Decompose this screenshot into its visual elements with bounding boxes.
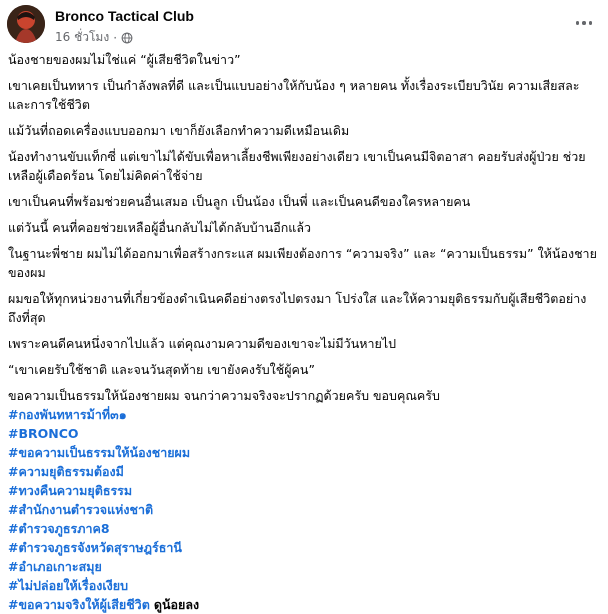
facebook-post: Bronco Tactical Club 16 ชั่วโมง · น้องชา… [0, 0, 608, 612]
post-paragraph: น้องทำงานขับแท็กซี่ แต่เขาไม่ได้ขับเพื่อ… [8, 149, 586, 183]
hashtag-link[interactable]: #ทวงคืนความยุติธรรม [8, 481, 598, 500]
post-paragraph: เขาเคยเป็นทหาร เป็นกำลังพลที่ดี และเป็นแ… [8, 78, 580, 112]
last-hashtag-line: #ขอความจริงให้ผู้เสียชีวิต ดูน้อยลง [8, 595, 598, 614]
post-paragraph: เขาเป็นคนที่พร้อมช่วยคนอื่นเสมอ เป็นลูก … [8, 194, 471, 209]
hashtag-link[interactable]: #ไม่ปล่อยให้เรื่องเงียบ [8, 576, 598, 595]
separator-dot: · [113, 30, 118, 45]
hashtag-link[interactable]: #BRONCO [8, 424, 598, 443]
post-paragraph: ในฐานะพี่ชาย ผมไม่ได้ออกมาเพื่อสร้างกระแ… [8, 246, 597, 280]
avatar[interactable] [7, 5, 45, 43]
hashtag-link[interactable]: #ขอความเป็นธรรมให้น้องชายผม [8, 443, 598, 462]
hashtag-list: #กองพันทหารม้าที่๓๑ #BRONCO #ขอความเป็นธ… [8, 405, 598, 614]
post-paragraph: ผมขอให้ทุกหน่วยงานที่เกี่ยวข้องดำเนินคดี… [8, 291, 587, 325]
post-paragraph: “เขาเคยรับใช้ชาติ และจนวันสุดท้าย เขายัง… [8, 362, 315, 377]
post-closing: ขอความเป็นธรรมให้น้องชายผม จนกว่าความจริ… [8, 388, 440, 403]
post-paragraph: แม้วันที่ถอดเครื่องแบบออกมา เขาก็ยังเลือ… [8, 123, 350, 138]
hashtag-link[interactable]: #ขอความจริงให้ผู้เสียชีวิต [8, 595, 150, 614]
globe-icon[interactable] [121, 32, 133, 44]
hashtag-link[interactable]: #ตำรวจภูธรจังหวัดสุราษฎร์ธานี [8, 538, 598, 557]
post-header: Bronco Tactical Club 16 ชั่วโมง · [7, 5, 600, 45]
post-paragraph: เพราะคนดีคนหนึ่งจากไปแล้ว แต่คุณงามความด… [8, 336, 397, 351]
more-options-icon[interactable] [570, 11, 598, 35]
see-less-link[interactable]: ดูน้อยลง [154, 595, 199, 614]
post-paragraph: แต่วันนี้ คนที่คอยช่วยเหลือผู้อื่นกลับไม… [8, 220, 312, 235]
hashtag-link[interactable]: #อำเภอเกาะสมุย [8, 557, 598, 576]
post-paragraph: น้องชายของผมไม่ใช่แค่ “ผู้เสียชีวิตในข่า… [8, 52, 241, 67]
hashtag-link[interactable]: #สำนักงานตำรวจแห่งชาติ [8, 500, 598, 519]
post-body: น้องชายของผมไม่ใช่แค่ “ผู้เสียชีวิตในข่า… [8, 50, 598, 614]
hashtag-link[interactable]: #ตำรวจภูธรภาค8 [8, 519, 598, 538]
post-time[interactable]: 16 ชั่วโมง [55, 28, 109, 47]
hashtag-link[interactable]: #ความยุติธรรมต้องมี [8, 462, 598, 481]
post-meta: 16 ชั่วโมง · [55, 28, 133, 47]
hashtag-link[interactable]: #กองพันทหารม้าที่๓๑ [8, 405, 598, 424]
page-name[interactable]: Bronco Tactical Club [55, 8, 194, 24]
